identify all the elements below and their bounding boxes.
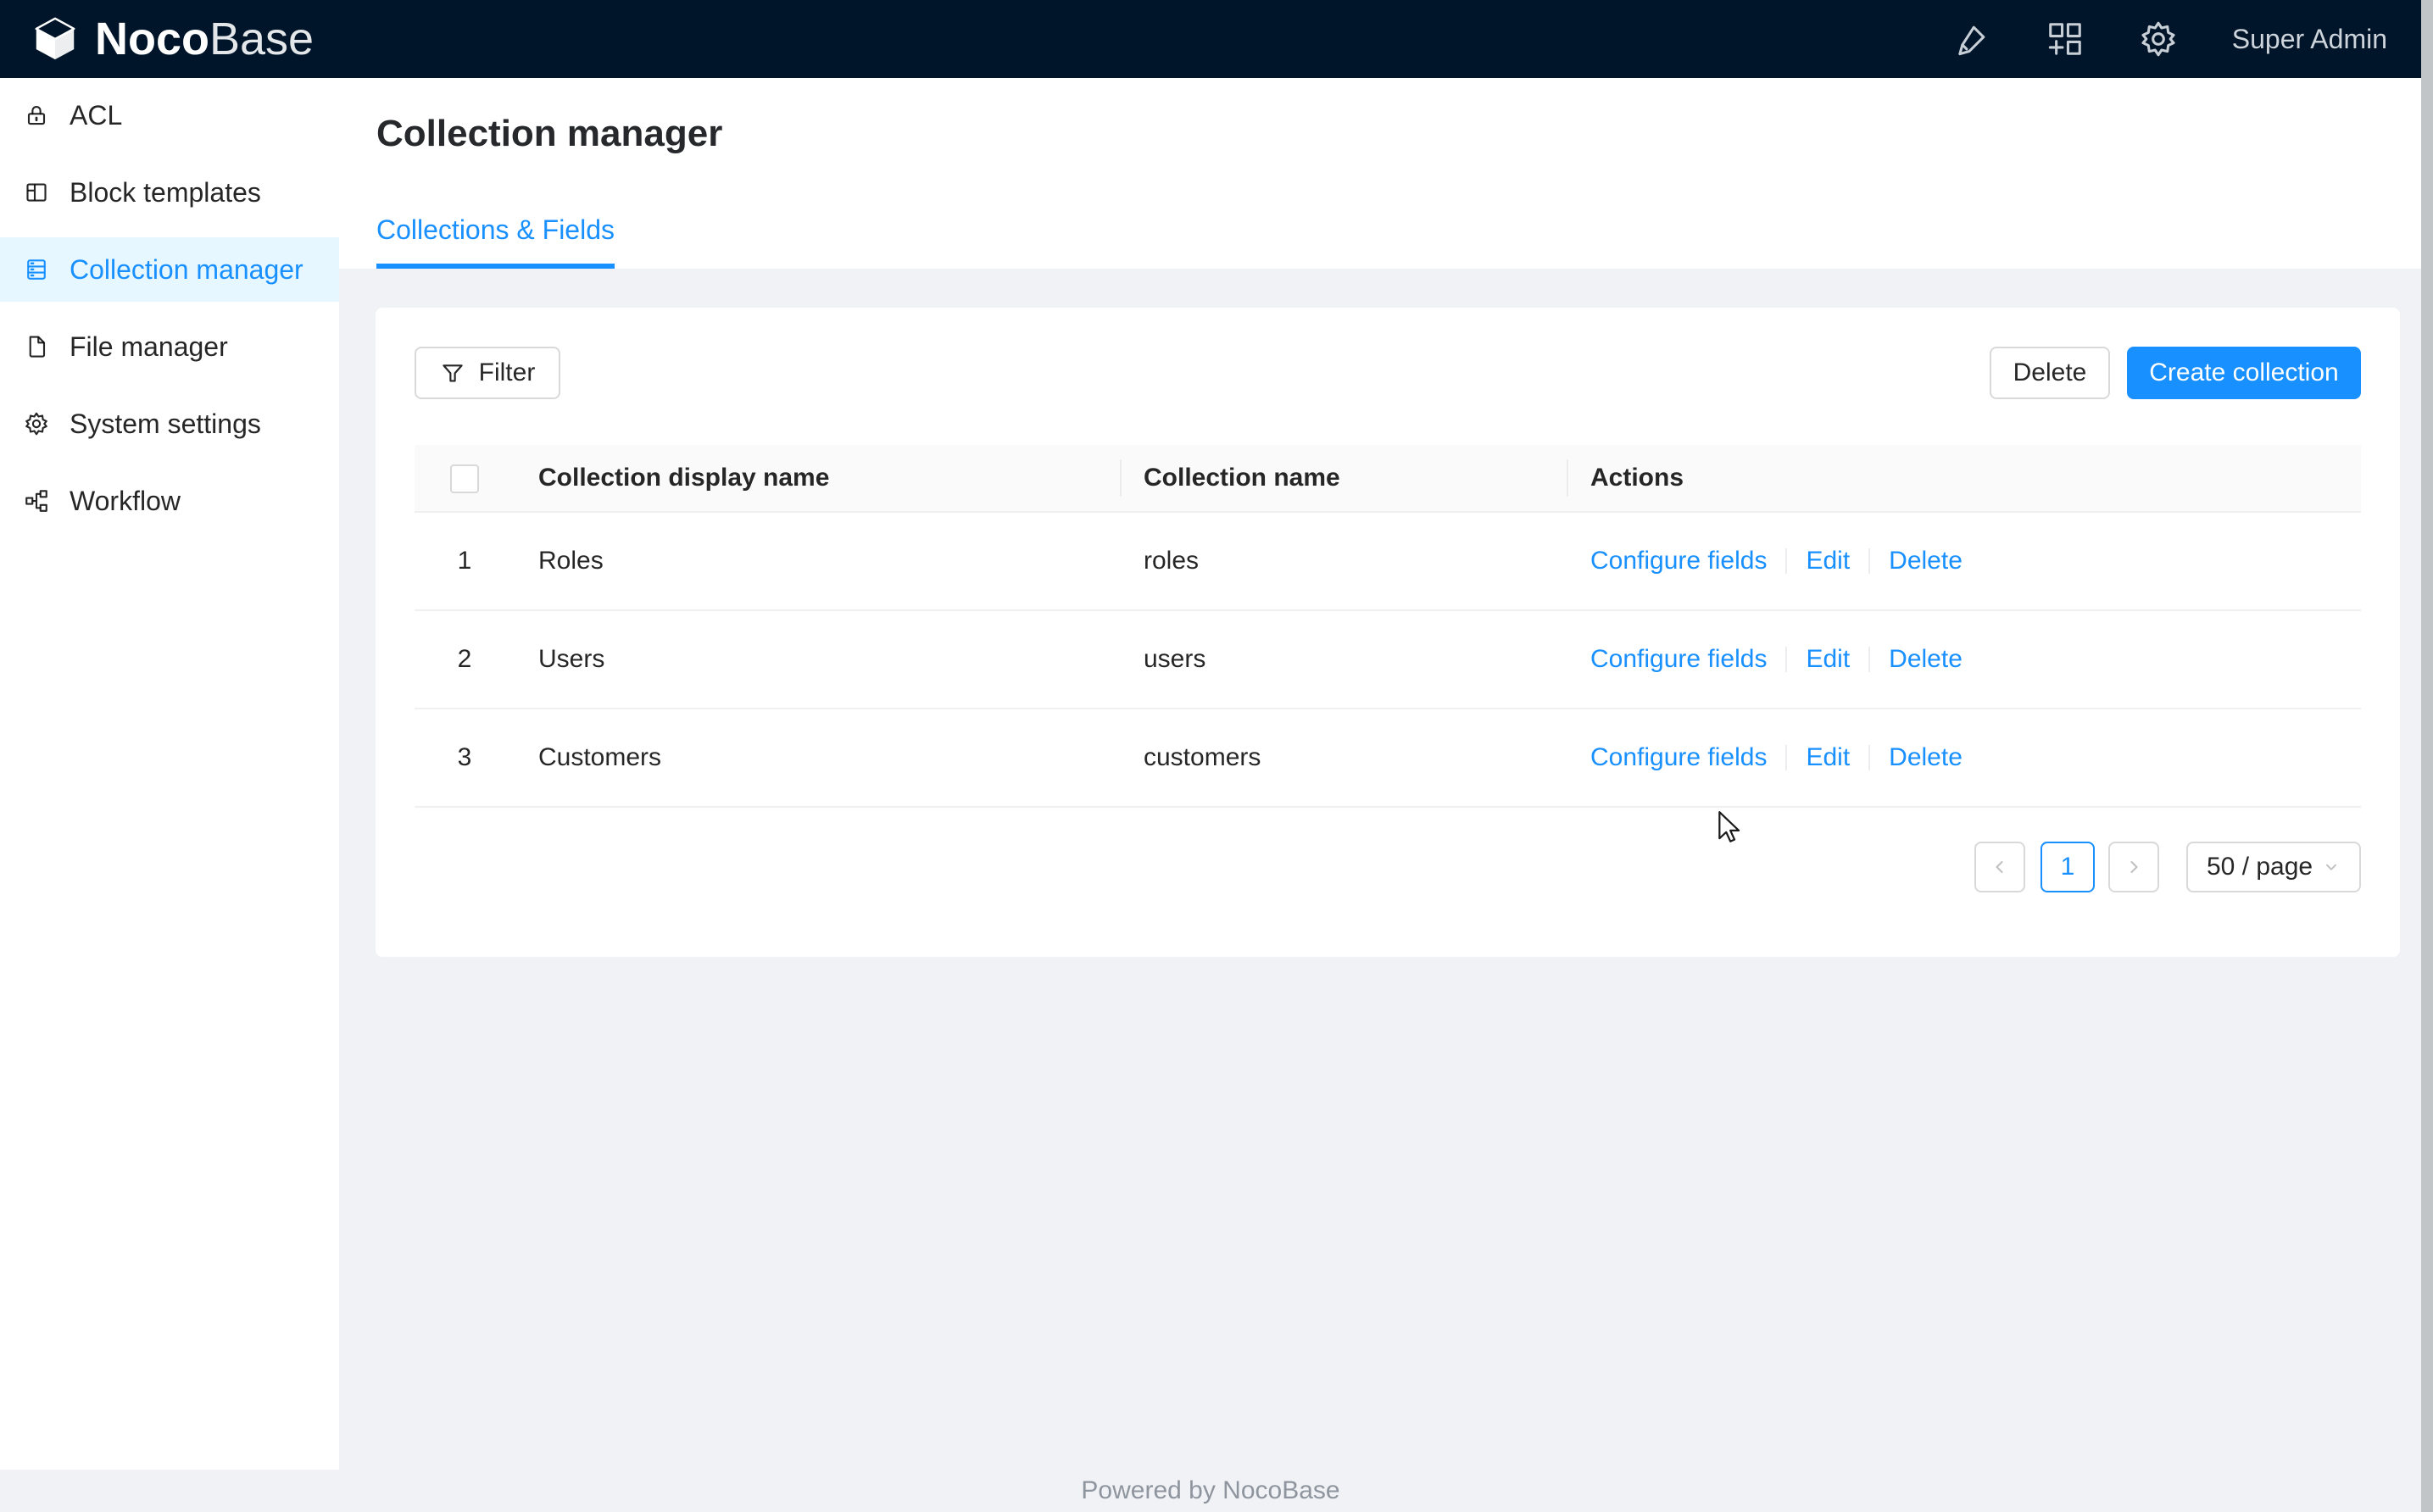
action-divider	[1785, 548, 1787, 574]
sidebar-item-label: Collection manager	[70, 254, 303, 286]
action-divider	[1785, 745, 1787, 770]
sidebar-item-workflow[interactable]: Workflow	[0, 469, 339, 533]
sidebar-item-label: Block templates	[70, 177, 261, 208]
highlighter-icon[interactable]	[1952, 19, 1991, 58]
collections-card: Filter Delete Create collection Collecti…	[376, 308, 2400, 957]
cell-actions: Configure fields Edit Delete	[1567, 709, 2361, 807]
table-row: 3 Customers customers Configure fields Ed…	[415, 709, 2361, 807]
filter-button-label: Filter	[479, 360, 536, 386]
row-index: 2	[415, 610, 515, 709]
sidebar-item-label: System settings	[70, 409, 261, 440]
chevron-left-icon	[1990, 857, 2010, 877]
cell-collection-name: users	[1120, 610, 1567, 709]
sidebar-item-file-manager[interactable]: File manager	[0, 314, 339, 379]
create-collection-label: Create collection	[2149, 360, 2338, 386]
cell-actions: Configure fields Edit Delete	[1567, 610, 2361, 709]
action-divider	[1868, 548, 1870, 574]
cell-display-name: Roles	[515, 512, 1120, 610]
configure-fields-link[interactable]: Configure fields	[1590, 743, 1767, 771]
sidebar-item-label: Workflow	[70, 486, 181, 517]
table-header-row: Collection display name Collection name …	[415, 445, 2361, 512]
configure-fields-link[interactable]: Configure fields	[1590, 547, 1767, 575]
header-cell-collection-name: Collection name	[1120, 445, 1567, 512]
page-title: Collection manager	[339, 78, 2433, 156]
page-size-select[interactable]: 50 / page	[2186, 842, 2361, 892]
edit-link[interactable]: Edit	[1806, 645, 1850, 673]
edit-link[interactable]: Edit	[1806, 743, 1850, 771]
user-menu[interactable]: Super Admin	[2232, 24, 2387, 55]
topbar: NocoBase	[0, 0, 2433, 78]
sidebar-item-label: File manager	[70, 331, 228, 363]
sidebar-item-collection-manager[interactable]: Collection manager	[0, 237, 339, 302]
vertical-scrollbar[interactable]	[2421, 0, 2433, 1512]
lock-icon	[24, 103, 49, 128]
select-all-checkbox[interactable]	[450, 464, 479, 493]
configure-fields-link[interactable]: Configure fields	[1590, 645, 1767, 673]
row-index: 1	[415, 512, 515, 610]
mouse-cursor	[1717, 810, 1743, 846]
toolbar-right: Delete Create collection	[1990, 347, 2361, 399]
sidebar-item-block-templates[interactable]: Block templates	[0, 160, 339, 225]
chevron-right-icon	[2124, 857, 2144, 877]
action-divider	[1868, 745, 1870, 770]
action-divider	[1868, 647, 1870, 672]
create-collection-button[interactable]: Create collection	[2127, 347, 2361, 399]
row-index: 3	[415, 709, 515, 807]
delete-button[interactable]: Delete	[1990, 347, 2110, 399]
app-root: NocoBase	[0, 0, 2433, 1512]
header-cell-display-name: Collection display name	[515, 445, 1120, 512]
nocobase-logo[interactable]: NocoBase	[31, 14, 314, 64]
cell-collection-name: customers	[1120, 709, 1567, 807]
filter-button[interactable]: Filter	[415, 347, 560, 399]
sidebar-item-system-settings[interactable]: System settings	[0, 392, 339, 456]
cell-display-name: Users	[515, 610, 1120, 709]
footer-text: Powered by NocoBase	[1081, 1476, 1339, 1505]
delete-link[interactable]: Delete	[1889, 743, 1963, 771]
chevron-down-icon	[2322, 858, 2341, 876]
delete-link[interactable]: Delete	[1889, 547, 1963, 575]
page-size-value: 50 / page	[2207, 853, 2313, 881]
collections-table: Collection display name Collection name …	[415, 445, 2361, 808]
table-row: 1 Roles roles Configure fields Edit Delete	[415, 512, 2361, 610]
pagination-prev-button[interactable]	[1974, 842, 2025, 892]
sidebar-item-label: ACL	[70, 100, 122, 131]
partition-icon	[24, 488, 49, 514]
layout-icon	[24, 180, 49, 205]
table-toolbar: Filter Delete Create collection	[415, 347, 2361, 399]
action-divider	[1785, 647, 1787, 672]
tab-collections-and-fields[interactable]: Collections & Fields	[376, 214, 615, 269]
sidebar-item-acl[interactable]: ACL	[0, 83, 339, 147]
gear-icon	[24, 411, 49, 436]
file-icon	[24, 334, 49, 359]
gear-icon[interactable]	[2139, 19, 2178, 58]
topbar-actions: Super Admin	[1952, 19, 2387, 58]
filter-funnel-icon	[440, 360, 465, 386]
delete-link[interactable]: Delete	[1889, 645, 1963, 673]
header-cell-select	[415, 445, 515, 512]
sidebar: ACL Block templates Collection manager	[0, 78, 339, 1470]
cell-display-name: Customers	[515, 709, 1120, 807]
edit-link[interactable]: Edit	[1806, 547, 1850, 575]
cell-collection-name: roles	[1120, 512, 1567, 610]
pagination-page-1[interactable]: 1	[2040, 842, 2095, 892]
table-row: 2 Users users Configure fields Edit Delete	[415, 610, 2361, 709]
pagination-next-button[interactable]	[2108, 842, 2159, 892]
header-cell-actions: Actions	[1567, 445, 2361, 512]
cube-logo-icon	[31, 14, 80, 64]
page-header: Collection manager Collections & Fields	[339, 78, 2433, 269]
cell-actions: Configure fields Edit Delete	[1567, 512, 2361, 610]
logo-text: NocoBase	[95, 16, 314, 62]
appstore-add-icon[interactable]	[2046, 19, 2085, 58]
database-icon	[24, 257, 49, 282]
pagination: 1 50 / page	[415, 842, 2361, 892]
footer: Powered by NocoBase	[0, 1470, 2421, 1512]
delete-button-label: Delete	[2013, 360, 2087, 386]
